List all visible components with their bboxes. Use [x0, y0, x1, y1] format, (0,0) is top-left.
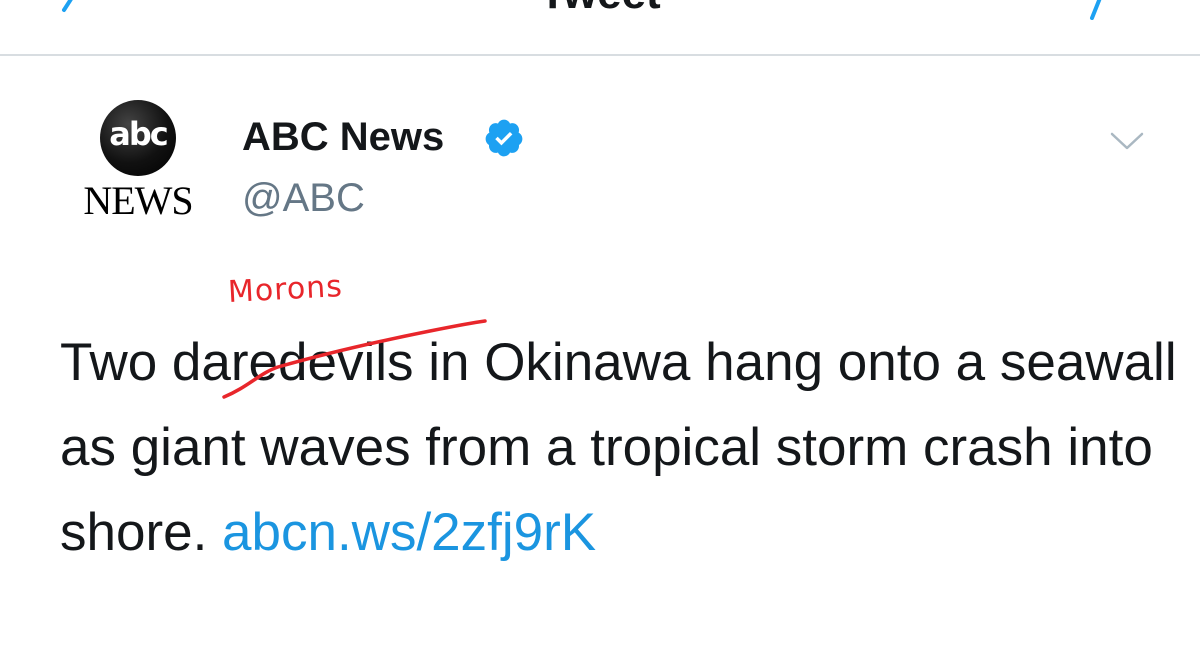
- tweet-text: Two daredevils in Okinawa hang onto a se…: [60, 320, 1180, 575]
- profile-avatar[interactable]: abc NEWS: [72, 100, 212, 230]
- abc-logo-text: abc: [109, 115, 168, 153]
- display-name[interactable]: ABC News: [242, 112, 444, 162]
- compose-icon[interactable]: [1080, 0, 1120, 20]
- page-title: Tweet: [0, 0, 1200, 16]
- annotation-word: Morons: [227, 269, 344, 310]
- verified-badge-icon: [485, 119, 523, 157]
- account-handle[interactable]: @ABC: [242, 173, 365, 223]
- nav-bar: Tweet: [0, 0, 1200, 56]
- chevron-down-icon[interactable]: [1108, 128, 1146, 154]
- tweet-link[interactable]: abcn.ws/2zfj9rK: [222, 503, 596, 562]
- news-logo-text: NEWS: [83, 178, 193, 223]
